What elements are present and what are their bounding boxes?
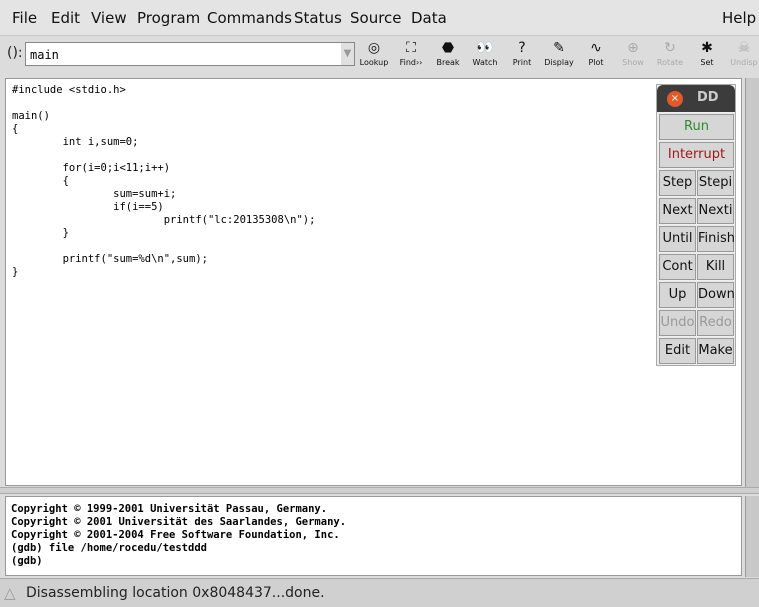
tool-label: Print (512, 58, 532, 67)
command-tool-title: DD (697, 90, 719, 105)
tool-find-button[interactable]: ⛶ Find›› (393, 39, 429, 71)
menu-source[interactable]: Source (350, 9, 402, 27)
menu-view[interactable]: View (91, 9, 127, 27)
menu-edit[interactable]: Edit (51, 9, 80, 27)
status-text: Disassembling location 0x8048437...done. (26, 585, 325, 601)
toolbar: (): main ▼ ◎ Lookup ⛶ Find›› ⬣ Break 👀 Watch? Pr… (0, 37, 759, 73)
tool-label: Undisp (730, 58, 758, 67)
tool-label: Watch (472, 58, 498, 67)
eyes-icon: 👀 (476, 40, 494, 56)
display-icon: ✎ (553, 40, 565, 56)
argument-input[interactable]: main (25, 42, 355, 66)
menu-status[interactable]: Status (294, 9, 342, 27)
tool-label: Display (544, 58, 574, 67)
next-button[interactable]: Next (659, 198, 696, 224)
menu-commands[interactable]: Commands (207, 9, 292, 27)
menu-file[interactable]: File (12, 9, 37, 27)
tool-show-button[interactable]: ⊕ Show (615, 39, 651, 71)
argument-dropdown-icon[interactable]: ▼ (341, 43, 354, 65)
finish-button[interactable]: Finish (697, 226, 735, 252)
set-icon: ✱ (701, 40, 713, 56)
binoculars-icon: ⛶ (406, 40, 416, 56)
command-tool-titlebar[interactable]: × DD (657, 85, 735, 112)
kill-button[interactable]: Kill (697, 254, 734, 280)
argument-label: (): (7, 45, 23, 61)
pane-separator[interactable] (0, 487, 759, 494)
gdb-console[interactable]: Copyright © 1999-2001 Universität Passau… (5, 496, 742, 576)
tool-undisp-button[interactable]: ☠ Undisp (726, 39, 759, 71)
cont-button[interactable]: Cont (659, 254, 696, 280)
console-text: Copyright © 1999-2001 Universität Passau… (11, 503, 347, 567)
tool-watch-button[interactable]: 👀 Watch (467, 39, 503, 71)
stepi-button[interactable]: Stepi (697, 170, 734, 196)
tool-print-button[interactable]: ? Print (504, 39, 540, 71)
command-tool: × DD Run Interrupt Step Stepi Next Nexti Unt… (656, 84, 736, 366)
question-icon: ? (518, 40, 526, 56)
plot-icon: ∿ (590, 40, 602, 56)
close-icon[interactable]: × (667, 91, 683, 107)
source-scrollbar[interactable] (745, 78, 759, 487)
tool-display-button[interactable]: ✎ Display (541, 39, 577, 71)
make-button[interactable]: Make (697, 338, 734, 364)
menu-data[interactable]: Data (411, 9, 447, 27)
menu-help[interactable]: Help (722, 9, 756, 27)
console-scrollbar[interactable] (745, 496, 759, 577)
rotate-icon: ↻ (664, 40, 676, 56)
redo-button[interactable]: Redo (697, 310, 734, 336)
undo-button[interactable]: Undo (659, 310, 696, 336)
down-button[interactable]: Down (697, 282, 735, 308)
step-button[interactable]: Step (659, 170, 696, 196)
tool-rotate-button[interactable]: ↻ Rotate (652, 39, 688, 71)
tool-label: Set (700, 58, 714, 67)
magnifier-icon: ⊕ (627, 40, 639, 56)
tool-plot-button[interactable]: ∿ Plot (578, 39, 614, 71)
nexti-button[interactable]: Nexti (697, 198, 734, 224)
until-button[interactable]: Until (659, 226, 696, 252)
run-button[interactable]: Run (659, 114, 734, 140)
source-code: #include <stdio.h> main() { int i,sum=0;… (12, 84, 316, 278)
tool-label: Rotate (656, 58, 684, 67)
tool-label: Show (622, 58, 644, 67)
up-button[interactable]: Up (659, 282, 696, 308)
tool-break-button[interactable]: ⬣ Break (430, 39, 466, 71)
tool-lookup-button[interactable]: ◎ Lookup (356, 39, 392, 71)
lookup-icon: ◎ (367, 40, 381, 56)
tool-set-button[interactable]: ✱ Set (689, 39, 725, 71)
tool-label: Plot (588, 58, 604, 67)
undisplay-icon: ☠ (737, 40, 751, 56)
interrupt-button[interactable]: Interrupt (659, 142, 734, 168)
stop-sign-icon: ⬣ (441, 40, 455, 56)
tool-label: Lookup (359, 58, 389, 67)
tool-label: Break (436, 58, 460, 67)
source-window[interactable]: #include <stdio.h> main() { int i,sum=0;… (5, 78, 742, 486)
edit-button[interactable]: Edit (659, 338, 696, 364)
warning-icon: △ (4, 584, 16, 602)
menu-bar: File Edit View Program Commands Status S… (0, 0, 759, 36)
menu-program[interactable]: Program (137, 9, 200, 27)
tool-label: Find›› (399, 58, 423, 67)
status-bar: △ Disassembling location 0x8048437...don… (0, 578, 759, 607)
